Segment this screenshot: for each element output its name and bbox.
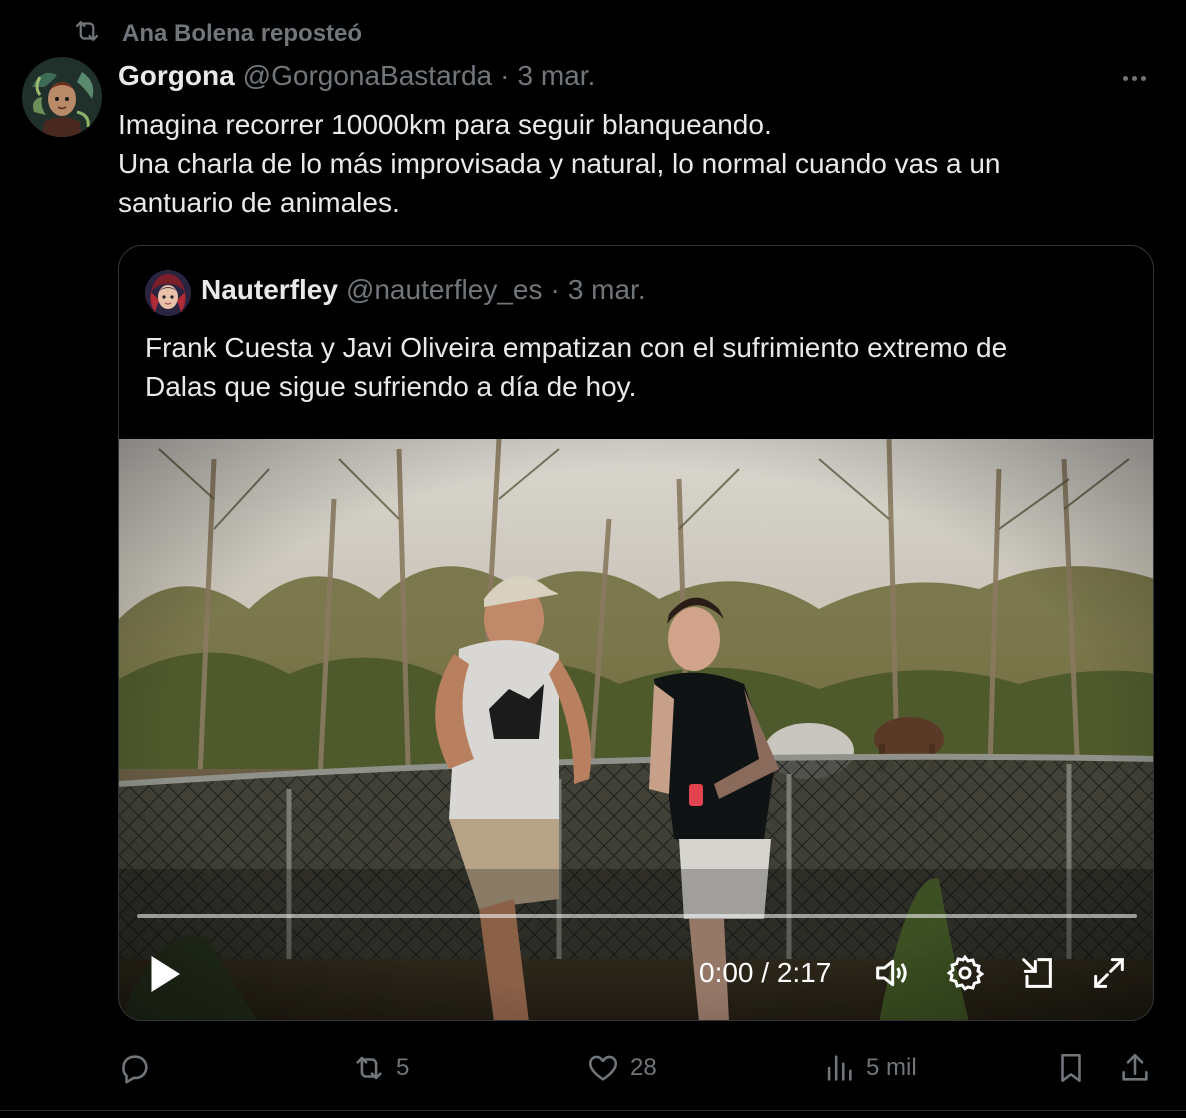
quoted-post-text: Frank Cuesta y Javi Oliveira empatizan c… bbox=[145, 328, 1135, 406]
bookmark-button[interactable] bbox=[1054, 1048, 1088, 1088]
more-icon-dot bbox=[1140, 75, 1146, 81]
quoted-text-line: Dalas que sigue sufriendo a día de hoy. bbox=[145, 371, 637, 402]
post-text-line: Una charla de lo más improvisada y natur… bbox=[118, 148, 1001, 179]
video-time-display: 0:00 / 2:17 bbox=[699, 957, 832, 988]
more-icon-dot bbox=[1131, 75, 1137, 81]
views-count: 5 mil bbox=[866, 1054, 917, 1081]
repost-icon bbox=[70, 16, 104, 53]
author-avatar[interactable] bbox=[22, 57, 102, 137]
post-date[interactable]: 3 mar. bbox=[517, 60, 595, 92]
bookmark-icon bbox=[1061, 1053, 1081, 1083]
more-icon-dot bbox=[1122, 75, 1128, 81]
like-button[interactable]: 28 bbox=[586, 1048, 657, 1088]
separator-dot: · bbox=[500, 60, 510, 91]
more-options-button[interactable] bbox=[1118, 66, 1150, 90]
post-header: Gorgona @GorgonaBastarda · 3 mar. bbox=[118, 60, 595, 98]
post-text-line: santuario de animales. bbox=[118, 187, 400, 218]
post-text-line: Imagina recorrer 10000km para seguir bla… bbox=[118, 109, 772, 140]
quoted-author-avatar[interactable] bbox=[145, 270, 191, 316]
quoted-text-line: Frank Cuesta y Javi Oliveira empatizan c… bbox=[145, 332, 1008, 363]
quoted-post-card[interactable]: Nauterfley @nauterfley_es · 3 mar. Frank… bbox=[118, 245, 1154, 1021]
settings-icon[interactable] bbox=[945, 953, 985, 993]
fullscreen-icon[interactable] bbox=[1089, 953, 1129, 993]
volume-icon[interactable] bbox=[871, 953, 911, 993]
repost-indicator[interactable]: Ana Bolena reposteó bbox=[70, 18, 362, 50]
repost-button[interactable]: 5 bbox=[352, 1048, 409, 1088]
post-actions-bar: 5 28 5 mil bbox=[118, 1044, 1168, 1092]
author-handle[interactable]: @GorgonaBastarda bbox=[243, 60, 492, 92]
views-button[interactable]: 5 mil bbox=[822, 1048, 917, 1088]
post-divider bbox=[0, 1110, 1186, 1111]
play-icon[interactable] bbox=[147, 953, 183, 993]
quoted-post-date[interactable]: 3 mar. bbox=[568, 274, 646, 306]
video-frame bbox=[119, 439, 1153, 1020]
like-count: 28 bbox=[630, 1054, 657, 1081]
video-player[interactable]: 0:00 / 2:17 bbox=[119, 439, 1153, 1020]
author-name[interactable]: Gorgona bbox=[118, 60, 235, 92]
minimize-icon[interactable] bbox=[1017, 953, 1057, 993]
video-controls: 0:00 / 2:17 bbox=[119, 939, 1153, 1003]
quoted-post-header: Nauterfley @nauterfley_es · 3 mar. bbox=[201, 274, 646, 310]
heart-icon bbox=[588, 1055, 618, 1081]
video-progress-bar[interactable] bbox=[137, 914, 1137, 918]
repost-icon bbox=[356, 1056, 382, 1080]
reply-button[interactable] bbox=[118, 1048, 162, 1088]
share-button[interactable] bbox=[1118, 1048, 1152, 1088]
repost-count: 5 bbox=[396, 1054, 410, 1081]
quoted-author-handle[interactable]: @nauterfley_es bbox=[346, 274, 543, 306]
repost-label: Ana Bolena reposteó bbox=[122, 20, 363, 47]
reply-icon bbox=[122, 1055, 148, 1084]
analytics-icon bbox=[827, 1055, 852, 1081]
separator-dot: · bbox=[550, 274, 560, 305]
quoted-author-name[interactable]: Nauterfley bbox=[201, 274, 338, 306]
post-text: Imagina recorrer 10000km para seguir bla… bbox=[118, 105, 1158, 222]
share-icon bbox=[1122, 1053, 1148, 1081]
